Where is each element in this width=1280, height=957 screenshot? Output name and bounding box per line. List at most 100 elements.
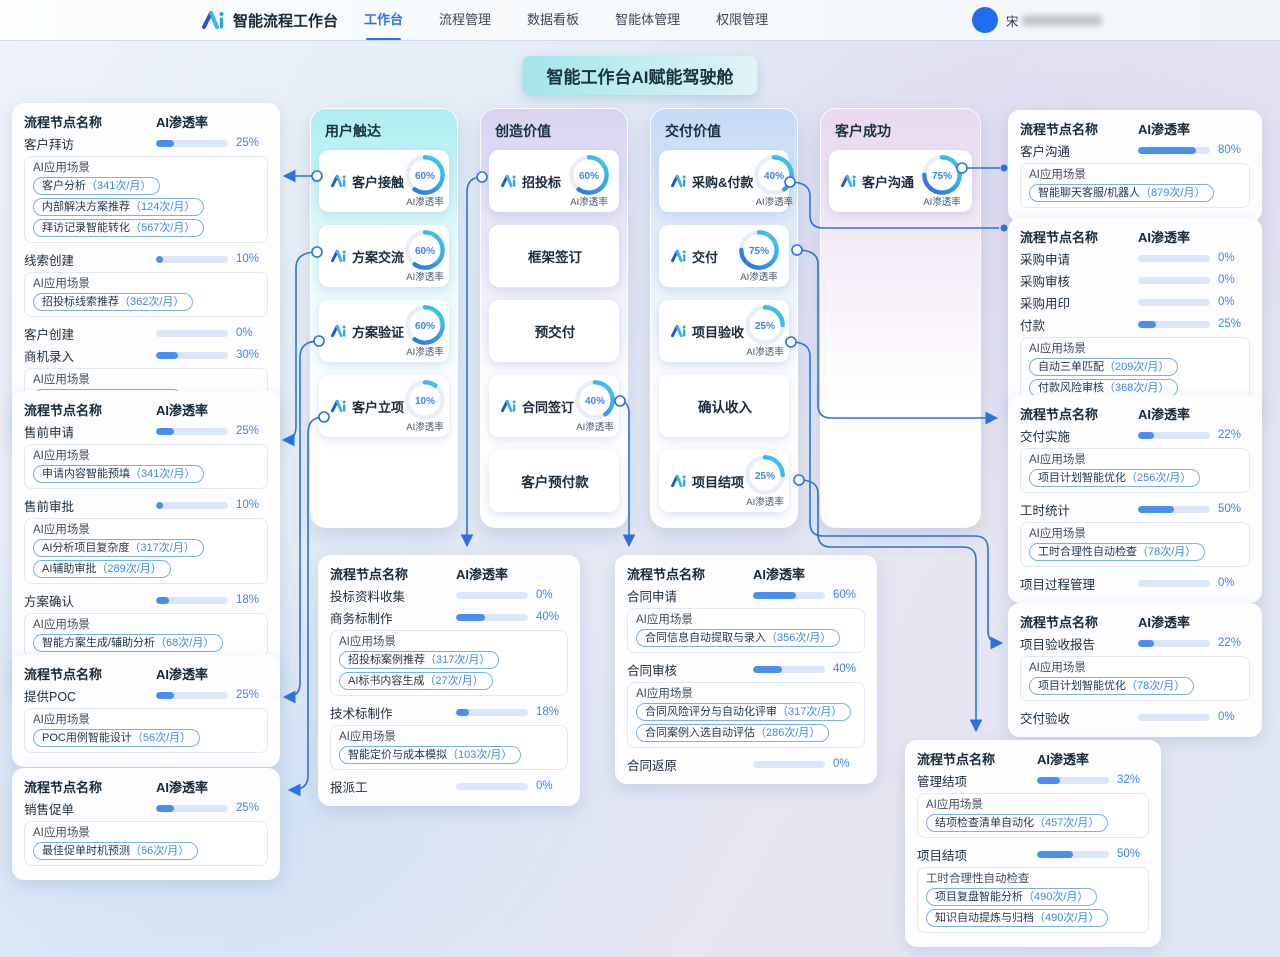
tag-name: 结项检查清单自动化 bbox=[935, 817, 1034, 829]
card-donut-block: 25% AI渗透率 bbox=[744, 304, 786, 358]
stage-card[interactable]: 招投标60%AI渗透率 bbox=[489, 150, 619, 212]
scene-tag[interactable]: 拜访记录智能转化（567次/月） bbox=[33, 219, 204, 237]
scene-tag[interactable]: 智能方案生成/辅助分析（68次/月） bbox=[33, 634, 223, 652]
scene-box: AI应用场景智能方案生成/辅助分析（68次/月） bbox=[24, 613, 268, 658]
scene-label: 工时合理性自动检查 bbox=[926, 872, 1140, 886]
tab-智能体管理[interactable]: 智能体管理 bbox=[615, 0, 680, 40]
tag-name: 招投标线索推荐 bbox=[42, 296, 119, 308]
tag-count: （317次/月） bbox=[777, 706, 842, 718]
stage-cards: 客户接触60%AI渗透率方案交流60%AI渗透率方案验证60%AI渗透率客户立项… bbox=[311, 150, 457, 437]
scene-tags: 客户分析（341次/月） 内部解决方案推荐（124次/月） 拜访记录智能转化（567… bbox=[33, 177, 259, 237]
progress-fill bbox=[156, 140, 174, 147]
scene-box: AI应用场景工时合理性自动检查（78次/月） bbox=[1020, 522, 1250, 567]
stage-card[interactable]: 方案验证60%AI渗透率 bbox=[319, 300, 449, 362]
scene-tag[interactable]: 内部解决方案推荐（124次/月） bbox=[33, 198, 204, 216]
scene-tag[interactable]: 项目计划智能优化（78次/月） bbox=[1029, 677, 1194, 695]
scene-tag[interactable]: 合同风险评分与自动化评审（317次/月） bbox=[636, 703, 851, 721]
stage-card[interactable]: 客户沟通75%AI渗透率 bbox=[829, 150, 972, 212]
user-avatar[interactable] bbox=[972, 7, 998, 33]
progress-bar bbox=[156, 805, 228, 812]
tag-count: （341次/月） bbox=[130, 468, 195, 480]
tag-name: 项目计划智能优化 bbox=[1038, 680, 1126, 692]
stage-card[interactable]: 采购&付款40%AI渗透率 bbox=[659, 150, 789, 212]
stage-card[interactable]: 方案交流60%AI渗透率 bbox=[319, 225, 449, 287]
node-row: 合同申请60% bbox=[627, 584, 865, 606]
scene-label: AI应用场景 bbox=[636, 613, 856, 627]
scene-tag[interactable]: 自动三单匹配（209次/月） bbox=[1029, 358, 1178, 376]
progress-fill bbox=[753, 592, 796, 599]
card-donut-block: 75%AI渗透率 bbox=[921, 154, 963, 208]
scene-tag[interactable]: 知识自动提炼与归档（490次/月） bbox=[926, 909, 1108, 927]
scene-box: AI应用场景客户分析（341次/月）内部解决方案推荐（124次/月）拜访记录智能… bbox=[24, 156, 268, 243]
donut-value: 25% bbox=[755, 321, 775, 332]
tab-权限管理[interactable]: 权限管理 bbox=[716, 0, 768, 40]
node-panel-presales: 流程节点名称AI渗透率售前申请25%AI应用场景申请内容智能预填（341次/月）… bbox=[12, 391, 280, 694]
progress-fill bbox=[156, 256, 163, 263]
stage-card[interactable]: 交付75%AI渗透率 bbox=[659, 225, 789, 287]
scene-label: AI应用场景 bbox=[33, 373, 259, 387]
scene-box: AI应用场景申请内容智能预填（341次/月） bbox=[24, 444, 268, 489]
stage-card[interactable]: 框架签订 bbox=[489, 225, 619, 287]
progress-bar bbox=[1138, 432, 1210, 439]
scene-tags: 项目计划智能优化（78次/月） bbox=[1029, 677, 1241, 695]
stage-card[interactable]: 客户预付款 bbox=[489, 450, 619, 512]
col-node-name: 流程节点名称 bbox=[24, 112, 156, 131]
progress-value: 0% bbox=[1218, 296, 1250, 308]
col-node-name: 流程节点名称 bbox=[24, 664, 156, 683]
progress-bar bbox=[156, 352, 228, 359]
app-title: 智能流程工作台 bbox=[233, 10, 338, 31]
tag-name: 付款风险审核 bbox=[1038, 382, 1104, 394]
app-logo[interactable]: 智能流程工作台 bbox=[200, 8, 338, 32]
panel-header: 流程节点名称AI渗透率 bbox=[24, 111, 268, 131]
stage-card[interactable]: 预交付 bbox=[489, 300, 619, 362]
scene-tag[interactable]: 工时合理性自动检查（78次/月） bbox=[1029, 543, 1205, 561]
scene-label: AI应用场景 bbox=[33, 449, 259, 463]
stage-card[interactable]: 客户立项10%AI渗透率 bbox=[319, 375, 449, 437]
scene-tag[interactable]: 结项检查清单自动化（457次/月） bbox=[926, 814, 1108, 832]
panel-header: 流程节点名称AI渗透率 bbox=[1020, 611, 1250, 631]
tab-数据看板[interactable]: 数据看板 bbox=[527, 0, 579, 40]
progress-bar bbox=[456, 783, 528, 790]
scene-tag[interactable]: 智能定价与成本模拟（103次/月） bbox=[339, 746, 521, 764]
scene-tag[interactable]: 合同信息自动提取与录入（356次/月） bbox=[636, 629, 840, 647]
scene-tag[interactable]: 最佳促单时机预测（56次/月） bbox=[33, 842, 198, 860]
tag-name: 合同风险评分与自动化评审 bbox=[645, 706, 777, 718]
tag-name: 智能聊天客服/机器人 bbox=[1038, 187, 1140, 199]
card-donut-block: 60%AI渗透率 bbox=[404, 304, 446, 358]
scene-tag[interactable]: 申请内容智能预填（341次/月） bbox=[33, 465, 204, 483]
donut-label: AI渗透率 bbox=[746, 344, 783, 358]
node-name: 商务标制作 bbox=[330, 608, 456, 627]
scene-tag[interactable]: 客户分析（341次/月） bbox=[33, 177, 160, 195]
tag-name: POC用例智能设计 bbox=[42, 732, 132, 744]
node-row: 采购审核0% bbox=[1020, 269, 1250, 291]
progress-bar bbox=[1138, 255, 1210, 262]
scene-tag[interactable]: AI分析项目复杂度（317次/月） bbox=[33, 539, 204, 557]
scene-tag[interactable]: 招投标线索推荐（362次/月） bbox=[33, 293, 193, 311]
stage-card[interactable]: 客户接触60%AI渗透率 bbox=[319, 150, 449, 212]
scene-tag[interactable]: POC用例智能设计（56次/月） bbox=[33, 729, 200, 747]
scene-box: AI应用场景项目计划智能优化（78次/月） bbox=[1020, 656, 1250, 701]
user-name-redacted bbox=[1022, 15, 1102, 26]
scene-tag[interactable]: AI辅助审批（289次/月） bbox=[33, 560, 171, 578]
stage-card[interactable]: 项目验收25%AI渗透率 bbox=[659, 300, 789, 362]
node-row: 项目过程管理0% bbox=[1020, 572, 1250, 594]
scene-label: AI应用场景 bbox=[1029, 527, 1241, 541]
scene-tag[interactable]: 智能聊天客服/机器人（879次/月） bbox=[1029, 184, 1214, 202]
stage-card[interactable]: 合同签订40%AI渗透率 bbox=[489, 375, 619, 437]
scene-tag[interactable]: 招投标案例推荐（317次/月） bbox=[339, 651, 499, 669]
scene-tag[interactable]: 合同案例入选自动评估（286次/月） bbox=[636, 724, 829, 742]
scene-tag[interactable]: 项目计划智能优化（256次/月） bbox=[1029, 469, 1200, 487]
col-node-name: 流程节点名称 bbox=[917, 749, 1037, 768]
scene-tag[interactable]: AI标书内容生成（27次/月） bbox=[339, 672, 493, 690]
stage-card[interactable]: 项目结项25%AI渗透率 bbox=[659, 450, 789, 512]
node-row: 提供POC25% bbox=[24, 684, 268, 706]
card-donut-block: 40%AI渗透率 bbox=[574, 379, 616, 433]
scene-tag[interactable]: 项目复盘智能分析（490次/月） bbox=[926, 888, 1097, 906]
node-panel-sales-push: 流程节点名称AI渗透率销售促单25%AI应用场景最佳促单时机预测（56次/月） bbox=[12, 768, 280, 880]
stage-card[interactable]: 确认收入 bbox=[659, 375, 789, 437]
progress-fill bbox=[1037, 851, 1073, 858]
user-account[interactable]: 宋 bbox=[972, 0, 1102, 40]
tab-流程管理[interactable]: 流程管理 bbox=[439, 0, 491, 40]
tab-工作台[interactable]: 工作台 bbox=[364, 0, 403, 40]
node-row: 付款25% bbox=[1020, 313, 1250, 335]
